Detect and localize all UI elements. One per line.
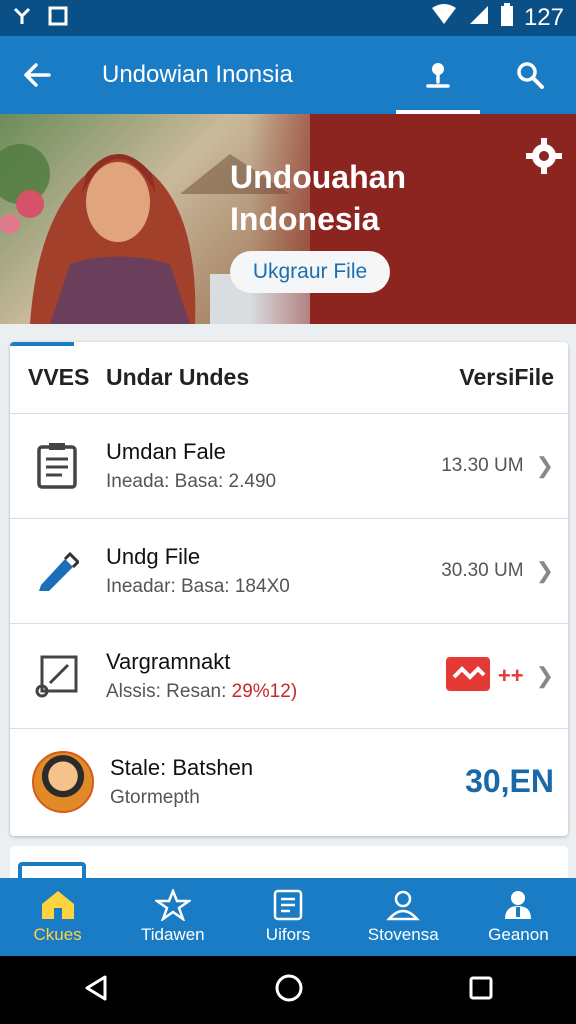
square-recents-icon <box>469 976 493 999</box>
card-accent <box>10 342 74 346</box>
recents-nav-button[interactable] <box>467 974 495 1007</box>
status-bar: 127 <box>0 0 576 36</box>
banner-headline-line1: Undouahan <box>230 159 406 195</box>
item-subtitle: Ineada: Basa: 2.490 <box>106 471 277 492</box>
upload-file-button[interactable]: Ukgraur File <box>230 251 390 293</box>
document-icon <box>32 441 82 491</box>
profile-icon <box>426 63 450 88</box>
pen-icon <box>32 546 82 596</box>
wifi-icon <box>430 3 458 33</box>
item-title: Vargramnakt <box>106 649 231 674</box>
item-value: 30.30 UM <box>441 560 524 581</box>
item-subtitle: Alssis: Resan: 29%12) <box>106 681 446 703</box>
item-subtitle: Gtormepth <box>110 786 200 808</box>
item-subtitle: Ineadar: Basa: 184X0 <box>106 576 290 597</box>
nav-label: Geanon <box>488 925 549 944</box>
list-item[interactable]: Undg File Ineadar: Basa: 184X0 30.30 UM … <box>10 519 568 624</box>
item-value: 13.30 UM <box>441 455 524 476</box>
banner-headline: Undouahan Indonesia <box>230 156 490 240</box>
home-icon <box>41 891 74 919</box>
nav-item-uifors[interactable]: Uifors <box>230 878 345 956</box>
person-icon <box>386 890 420 921</box>
plus-badge: ++ <box>497 663 524 688</box>
header-col3: VersiFile <box>459 364 554 390</box>
nav-item-geanon[interactable]: Geanon <box>461 878 576 956</box>
back-nav-button[interactable] <box>81 973 111 1008</box>
error-badge-icon <box>445 656 490 696</box>
home-nav-button[interactable] <box>273 972 305 1009</box>
settings-button[interactable] <box>520 136 564 181</box>
avatar <box>32 750 94 813</box>
item-title: Umdan Fale <box>106 439 226 464</box>
list-header: VVES Undar Undes VersiFile <box>10 342 568 414</box>
nav-item-stovensa[interactable]: Stovensa <box>346 878 461 956</box>
bottom-nav: Ckues Tidawen Uifors Stovensa Geanon <box>0 878 576 956</box>
account-icon <box>505 891 532 919</box>
screenshot-icon <box>48 6 68 31</box>
nav-item-home[interactable]: Ckues <box>0 878 115 956</box>
nav-item-tidawen[interactable]: Tidawen <box>115 878 230 956</box>
item-title: Undg File <box>106 544 201 569</box>
edit-file-icon <box>32 651 82 701</box>
app-bar: Undowian Inonsia <box>0 36 576 114</box>
file-list-card: VVES Undar Undes VersiFile Umdan Fale In… <box>10 342 568 836</box>
page-title: Undowian Inonsia <box>102 61 293 88</box>
arrow-left-icon <box>24 63 51 87</box>
list-item[interactable]: Stale: Batshen Gtormepth 30,EN <box>10 729 568 834</box>
signal-icon <box>468 4 490 33</box>
item-subtitle-prefix: Alssis: Resan: <box>106 681 227 702</box>
battery-icon <box>500 2 514 34</box>
banner-headline-line2: Indonesia <box>230 201 380 237</box>
header-col2: Undar Undes <box>106 364 250 390</box>
nav-label: Stovensa <box>367 925 439 944</box>
profile-button[interactable] <box>392 36 484 114</box>
chevron-right-icon: ❯ <box>535 453 554 478</box>
nav-label: Tidawen <box>140 925 205 944</box>
nav-label: Uifors <box>265 925 311 944</box>
circle-home-icon <box>275 974 303 1001</box>
nav-label: Ckues <box>33 925 82 944</box>
header-col1: VVES <box>28 364 90 390</box>
back-button[interactable] <box>0 36 74 114</box>
gear-icon <box>526 138 562 174</box>
search-button[interactable] <box>484 36 576 114</box>
system-nav-bar <box>0 956 576 1024</box>
file-icon <box>273 889 303 921</box>
chevron-right-icon: ❯ <box>535 558 554 583</box>
star-icon <box>154 889 191 921</box>
item-amount: 30,EN <box>465 763 554 799</box>
item-subtitle-highlight: 29%12) <box>231 681 298 702</box>
item-title: Stale: Batshen <box>110 754 254 780</box>
list-item[interactable]: Umdan Fale Ineada: Basa: 2.490 13.30 UM … <box>10 414 568 519</box>
hero-banner: Undouahan Indonesia Ukgraur File <box>0 114 576 324</box>
search-icon <box>517 62 544 89</box>
clock-time: 127 <box>523 4 564 31</box>
triangle-back-icon <box>85 975 107 1000</box>
chevron-right-icon: ❯ <box>535 663 554 688</box>
list-item[interactable]: Vargramnakt Alssis: Resan: 29%12) ++ ❯ <box>10 624 568 729</box>
usb-icon <box>12 6 32 31</box>
